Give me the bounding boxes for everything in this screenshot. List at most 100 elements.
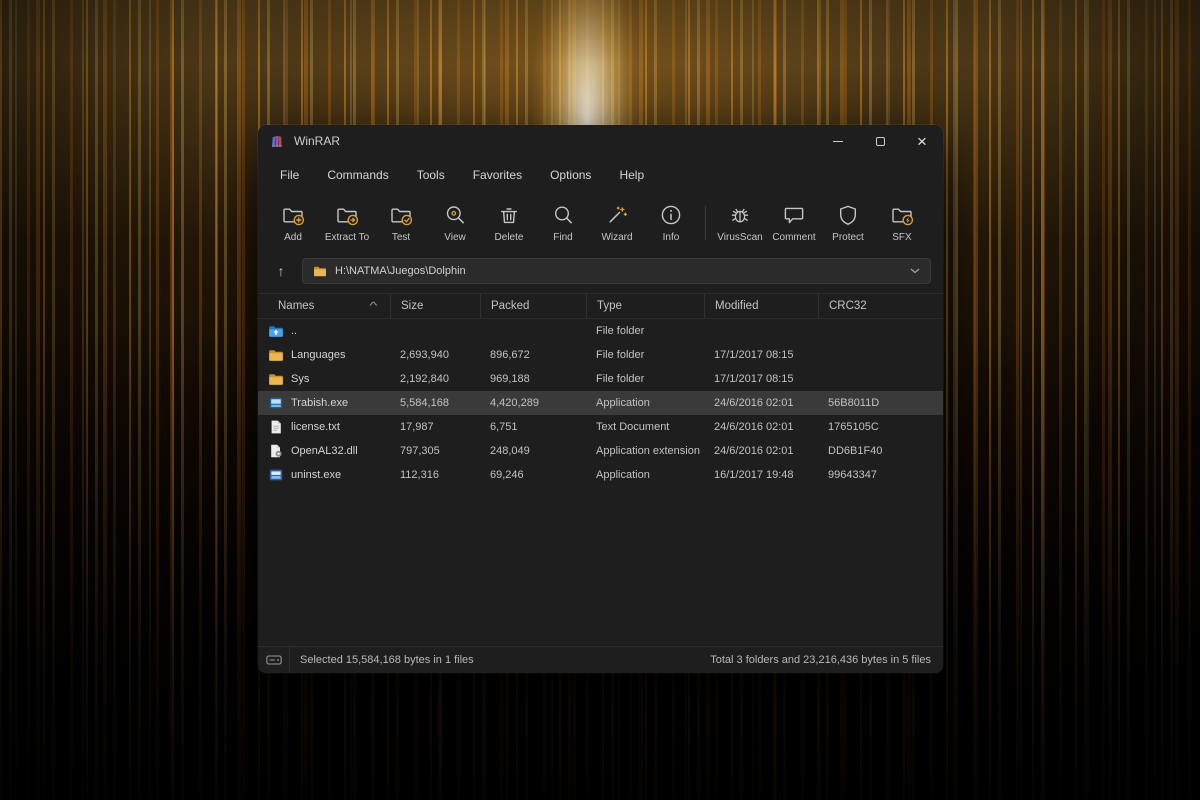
delete-button[interactable]: Delete — [482, 197, 536, 249]
maximize-icon — [875, 136, 885, 146]
test-icon — [389, 203, 413, 227]
view-button[interactable]: View — [428, 197, 482, 249]
file-modified: 16/1/2017 19:48 — [714, 469, 794, 481]
file-modified: 24/6/2016 02:01 — [714, 397, 794, 409]
file-packed: 6,751 — [490, 421, 518, 433]
menu-bar: File Commands Tools Favorites Options Help — [258, 159, 943, 191]
up-directory-button[interactable]: ↑ — [270, 259, 292, 283]
file-packed: 4,420,289 — [490, 397, 539, 409]
file-name: Sys — [291, 373, 310, 385]
virusscan-button[interactable]: VirusScan — [713, 197, 767, 249]
file-row-sys[interactable]: Sys 2,192,840 969,188 File folder 17/1/2017 … — [258, 367, 943, 391]
close-button[interactable]: × — [901, 125, 943, 157]
status-bar: Selected 15,584,168 bytes in 1 files Tot… — [258, 646, 943, 673]
file-modified: 24/6/2016 02:01 — [714, 421, 794, 433]
toolbar-label: Info — [662, 232, 680, 243]
file-modified: 17/1/2017 08:15 — [714, 373, 794, 385]
toolbar-label: Protect — [832, 232, 864, 243]
file-name-cell: license.txt — [258, 419, 390, 435]
file-type: Application extension — [596, 445, 700, 457]
menu-favorites[interactable]: Favorites — [459, 163, 536, 187]
disk-icon — [265, 655, 282, 665]
column-header-type[interactable]: Type — [586, 294, 704, 318]
file-modified: 17/1/2017 08:15 — [714, 349, 794, 361]
file-packed: 248,049 — [490, 445, 530, 457]
title-bar: WinRAR × — [258, 125, 943, 157]
folder-icon — [268, 371, 284, 387]
toolbar-label: Test — [391, 232, 411, 243]
column-header-crc32[interactable]: CRC32 — [818, 294, 943, 318]
column-label: Names — [278, 300, 315, 312]
menu-tools[interactable]: Tools — [403, 163, 459, 187]
file-row-up[interactable]: .. File folder — [258, 319, 943, 343]
column-header-packed[interactable]: Packed — [480, 294, 586, 318]
status-total-text: Total 3 folders and 23,216,436 bytes in … — [710, 654, 931, 666]
dll-icon — [268, 443, 284, 459]
find-button[interactable]: Find — [536, 197, 590, 249]
file-list: .. File folder Languages 2,693,940 896,672 Fi… — [258, 319, 943, 646]
comment-button[interactable]: Comment — [767, 197, 821, 249]
window-title: WinRAR — [294, 134, 341, 148]
add-button[interactable]: Add — [266, 197, 320, 249]
toolbar-separator — [705, 206, 706, 240]
toolbar-label: Comment — [772, 232, 816, 243]
toolbar-label: View — [444, 232, 466, 243]
address-bar[interactable]: H:\NATMA\Juegos\Dolphin — [302, 258, 931, 284]
comment-icon — [782, 203, 806, 227]
minimize-button[interactable] — [817, 125, 859, 157]
column-label: CRC32 — [829, 300, 867, 312]
file-row-languages[interactable]: Languages 2,693,940 896,672 File folder 17/1… — [258, 343, 943, 367]
up-arrow-icon: ↑ — [277, 263, 285, 279]
maximize-button[interactable] — [859, 125, 901, 157]
file-row-license-txt[interactable]: license.txt 17,987 6,751 Text Document 24/6/… — [258, 415, 943, 439]
column-label: Type — [597, 300, 622, 312]
sfx-button[interactable]: SFX — [875, 197, 929, 249]
file-type: Application — [596, 469, 650, 481]
extract-button[interactable]: Extract To — [320, 197, 374, 249]
file-modified: 24/6/2016 02:01 — [714, 445, 794, 457]
protect-button[interactable]: Protect — [821, 197, 875, 249]
file-name: OpenAL32.dll — [291, 445, 358, 457]
test-button[interactable]: Test — [374, 197, 428, 249]
status-icon-cell[interactable] — [258, 647, 290, 673]
file-name: uninst.exe — [291, 469, 342, 481]
file-name-cell: Sys — [258, 371, 390, 387]
info-icon — [659, 203, 683, 227]
column-header-names[interactable]: Names ^ — [258, 294, 390, 318]
toolbar-label: Wizard — [601, 232, 633, 243]
toolbar: Add Extract To Test View Delete Find Wizard Inf… — [258, 191, 943, 257]
file-row-trabish-exe[interactable]: Trabish.exe 5,584,168 4,420,289 Application… — [258, 391, 943, 415]
file-size: 17,987 — [400, 421, 434, 433]
toolbar-label: Add — [284, 232, 302, 243]
exe-icon — [268, 467, 284, 483]
file-name-cell: uninst.exe — [258, 467, 390, 483]
file-size: 2,192,840 — [400, 373, 449, 385]
file-crc32: DD6B1F40 — [828, 445, 883, 457]
toolbar-label: Find — [553, 232, 573, 243]
menu-file[interactable]: File — [266, 163, 313, 187]
file-row-uninst-exe[interactable]: uninst.exe 112,316 69,246 Application 16/1/2… — [258, 463, 943, 487]
delete-icon — [497, 203, 521, 227]
file-name: Languages — [291, 349, 346, 361]
file-packed: 896,672 — [490, 349, 530, 361]
column-header-size[interactable]: Size — [390, 294, 480, 318]
chevron-down-icon[interactable] — [910, 268, 920, 274]
file-size: 797,305 — [400, 445, 440, 457]
status-selected-text: Selected 15,584,168 bytes in 1 files — [300, 654, 474, 666]
winrar-window: WinRAR × File Commands Tools Favorites Optio… — [258, 125, 943, 673]
file-row-openal32-dll[interactable]: OpenAL32.dll 797,305 248,049 Application ex… — [258, 439, 943, 463]
protect-icon — [836, 203, 860, 227]
menu-options[interactable]: Options — [536, 163, 605, 187]
app-icon — [268, 395, 284, 411]
menu-commands[interactable]: Commands — [313, 163, 402, 187]
wizard-button[interactable]: Wizard — [590, 197, 644, 249]
wizard-icon — [605, 203, 629, 227]
column-header-modified[interactable]: Modified — [704, 294, 818, 318]
virusscan-icon — [728, 203, 752, 227]
file-crc32: 1765105C — [828, 421, 879, 433]
file-name-cell: .. — [258, 323, 390, 339]
column-label: Packed — [491, 300, 530, 312]
menu-help[interactable]: Help — [605, 163, 658, 187]
file-packed: 969,188 — [490, 373, 530, 385]
info-button[interactable]: Info — [644, 197, 698, 249]
